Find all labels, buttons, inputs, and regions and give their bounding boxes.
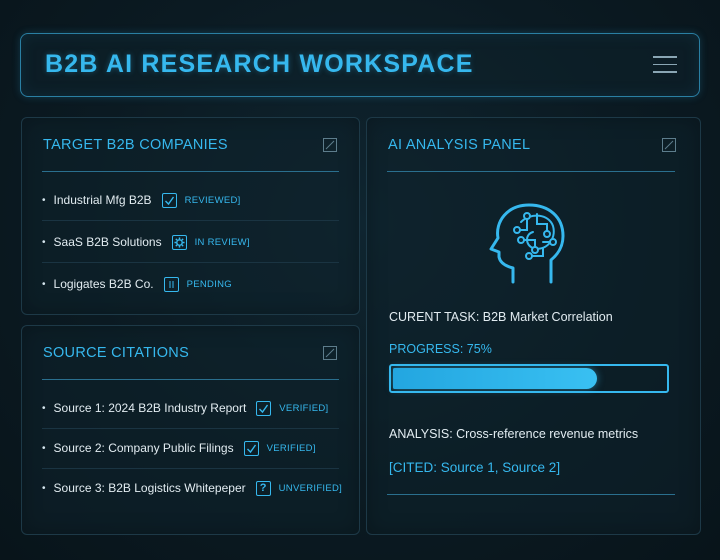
app-title: B2B AI RESEARCH WORKSPACE — [45, 50, 474, 78]
header-bar: B2B AI RESEARCH WORKSPACE — [20, 33, 700, 97]
citation-label: Source 1: 2024 B2B Industry Report — [53, 401, 247, 415]
citation-item-2[interactable]: • Source 2: Company Public Filings VERIF… — [42, 438, 316, 458]
row-divider — [42, 468, 339, 469]
citation-item-3[interactable]: • Source 3: B2B Logistics Whitepeper ? U… — [42, 478, 342, 498]
check-icon — [256, 400, 272, 416]
companies-panel: TARGET B2B COMPANIES • Industrial Mfg B2… — [21, 117, 360, 315]
citations-title: SOURCE CITATIONS — [43, 345, 190, 361]
ai-analysis-panel: AI ANALYSIS PANEL CURENT TASK: B2B Marke — [366, 117, 701, 535]
company-item-logigates[interactable]: • Logigates B2B Co. PENDING — [42, 274, 232, 294]
pause-icon — [163, 276, 179, 292]
progress-label: PROGRESS: 75% — [389, 342, 492, 356]
status-badge: PENDING — [186, 278, 232, 290]
expand-icon[interactable] — [323, 138, 337, 152]
status-badge: VERIFIED] — [266, 442, 316, 454]
company-item-industrial[interactable]: • Industrial Mfg B2B REVIEWED] — [42, 190, 241, 210]
question-icon: ? — [255, 480, 271, 496]
row-divider — [42, 262, 339, 263]
expand-icon[interactable] — [662, 138, 676, 152]
company-label: SaaS B2B Solutions — [53, 235, 162, 249]
gear-icon — [171, 234, 187, 250]
ai-brain-head-icon — [489, 203, 565, 284]
status-badge: VERIFIED] — [279, 402, 329, 414]
company-label: Logigates B2B Co. — [53, 277, 154, 291]
citations-panel: SOURCE CITATIONS • Source 1: 2024 B2B In… — [21, 325, 360, 535]
status-badge: REVIEWED] — [184, 194, 241, 206]
cited-sources: [CITED: Source 1, Source 2] — [389, 460, 561, 475]
menu-icon[interactable] — [653, 56, 677, 74]
status-badge: IN REVIEW] — [194, 236, 250, 248]
ai-panel-divider — [387, 171, 675, 172]
expand-icon[interactable] — [323, 346, 337, 360]
row-divider — [42, 220, 339, 221]
company-label: Industrial Mfg B2B — [53, 193, 152, 207]
company-item-saas[interactable]: • SaaS B2B Solutions IN REVIEW] — [42, 232, 250, 252]
check-icon — [161, 192, 177, 208]
companies-divider — [42, 171, 339, 172]
citations-divider — [42, 379, 339, 380]
progress-bar — [389, 364, 669, 393]
citation-item-1[interactable]: • Source 1: 2024 B2B Industry Report VER… — [42, 398, 328, 418]
current-task-text: CURENT TASK: B2B Market Correlation — [389, 310, 613, 324]
progress-bar-fill — [393, 368, 597, 389]
citation-label: Source 3: B2B Logistics Whitepeper — [53, 481, 246, 495]
companies-title: TARGET B2B COMPANIES — [43, 137, 228, 153]
ai-bottom-divider — [387, 494, 675, 495]
row-divider — [42, 428, 339, 429]
analysis-text: ANALYSIS: Cross-reference revenue metric… — [389, 427, 639, 441]
check-icon — [243, 440, 259, 456]
ai-panel-title: AI ANALYSIS PANEL — [388, 137, 531, 153]
citation-label: Source 2: Company Public Filings — [53, 441, 234, 455]
status-badge: UNVERIFIED] — [278, 482, 343, 494]
